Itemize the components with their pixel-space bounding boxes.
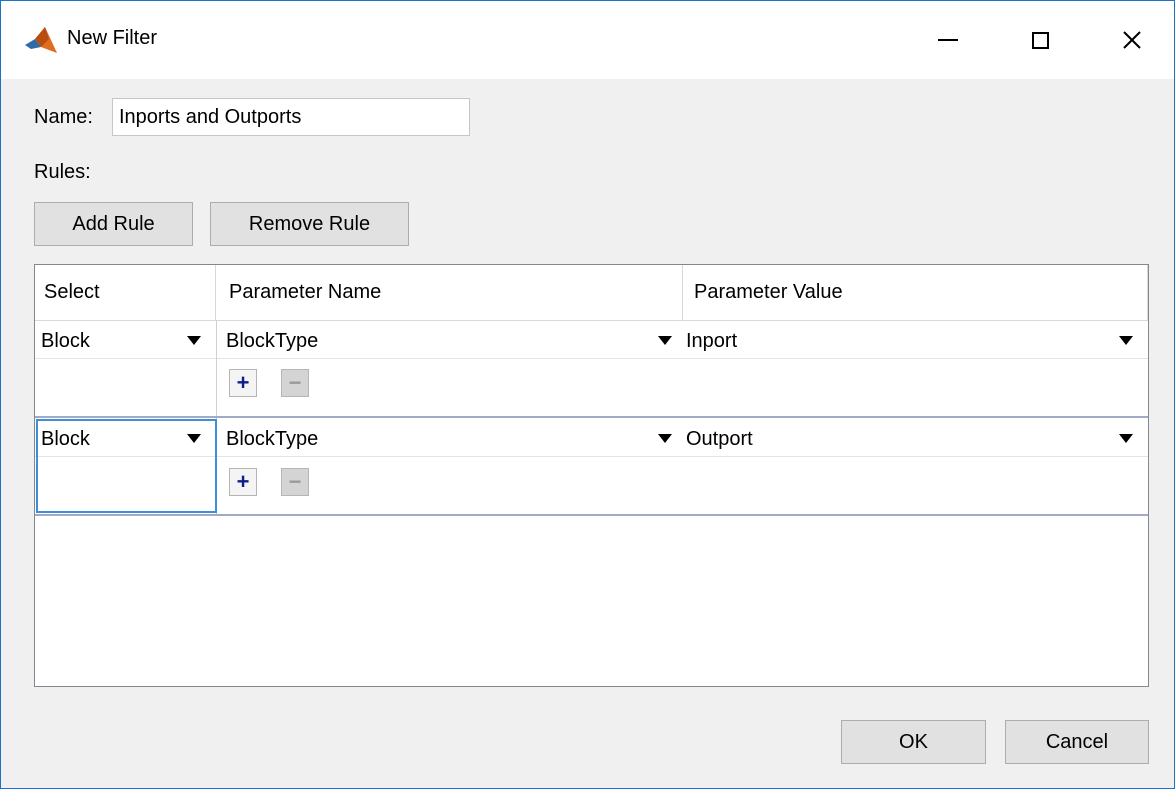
chevron-down-icon	[658, 434, 672, 443]
plus-icon: +	[236, 469, 250, 494]
new-filter-dialog: New Filter Name: Rules: Add Rule Remove …	[0, 0, 1175, 789]
maximize-button[interactable]	[994, 1, 1086, 79]
header-parameter-value: Parameter Value	[683, 265, 1148, 320]
select-value: Block	[41, 330, 90, 352]
header-parameter-name: Parameter Name	[216, 265, 683, 320]
remove-condition-button[interactable]: −	[281, 369, 309, 397]
table-row: Block BlockType Inport + −	[35, 320, 1148, 416]
title-bar: New Filter	[1, 1, 1174, 79]
rules-label: Rules:	[34, 161, 91, 183]
remove-condition-button[interactable]: −	[281, 468, 309, 496]
name-input[interactable]	[112, 98, 470, 136]
parameter-value-value: Outport	[686, 428, 753, 450]
chevron-down-icon	[187, 336, 201, 345]
close-icon	[1123, 31, 1141, 49]
close-button[interactable]	[1086, 1, 1175, 79]
select-value: Block	[41, 428, 90, 450]
header-select: Select	[35, 265, 216, 320]
matlab-logo-icon	[25, 27, 57, 53]
minus-icon: −	[288, 469, 302, 494]
parameter-value-dropdown[interactable]: Outport	[683, 418, 1148, 456]
chevron-down-icon	[1119, 336, 1133, 345]
remove-rule-button[interactable]: Remove Rule	[210, 202, 409, 246]
parameter-name-value: BlockType	[226, 330, 319, 352]
plus-icon: +	[236, 370, 250, 395]
rules-table: Select Parameter Name Parameter Value Bl…	[34, 264, 1149, 687]
maximize-icon	[1031, 31, 1049, 49]
add-condition-button[interactable]: +	[229, 468, 257, 496]
add-rule-button[interactable]: Add Rule	[34, 202, 193, 246]
chevron-down-icon	[1119, 434, 1133, 443]
minus-icon: −	[288, 370, 302, 395]
add-condition-button[interactable]: +	[229, 369, 257, 397]
parameter-value-value: Inport	[686, 330, 738, 352]
minimize-button[interactable]	[902, 1, 994, 79]
ok-button[interactable]: OK	[841, 720, 986, 764]
table-row: Block BlockType Outport + −	[35, 418, 1148, 514]
chevron-down-icon	[658, 336, 672, 345]
parameter-name-value: BlockType	[226, 428, 319, 450]
minimize-icon	[938, 39, 958, 41]
parameter-name-dropdown[interactable]: BlockType	[217, 418, 683, 456]
chevron-down-icon	[187, 434, 201, 443]
parameter-value-dropdown[interactable]: Inport	[683, 320, 1148, 358]
parameter-name-dropdown[interactable]: BlockType	[217, 320, 683, 358]
window-title: New Filter	[67, 27, 158, 49]
name-label: Name:	[34, 106, 93, 128]
select-dropdown[interactable]: Block	[35, 320, 216, 358]
cancel-button[interactable]: Cancel	[1005, 720, 1149, 764]
select-dropdown[interactable]: Block	[35, 418, 216, 456]
